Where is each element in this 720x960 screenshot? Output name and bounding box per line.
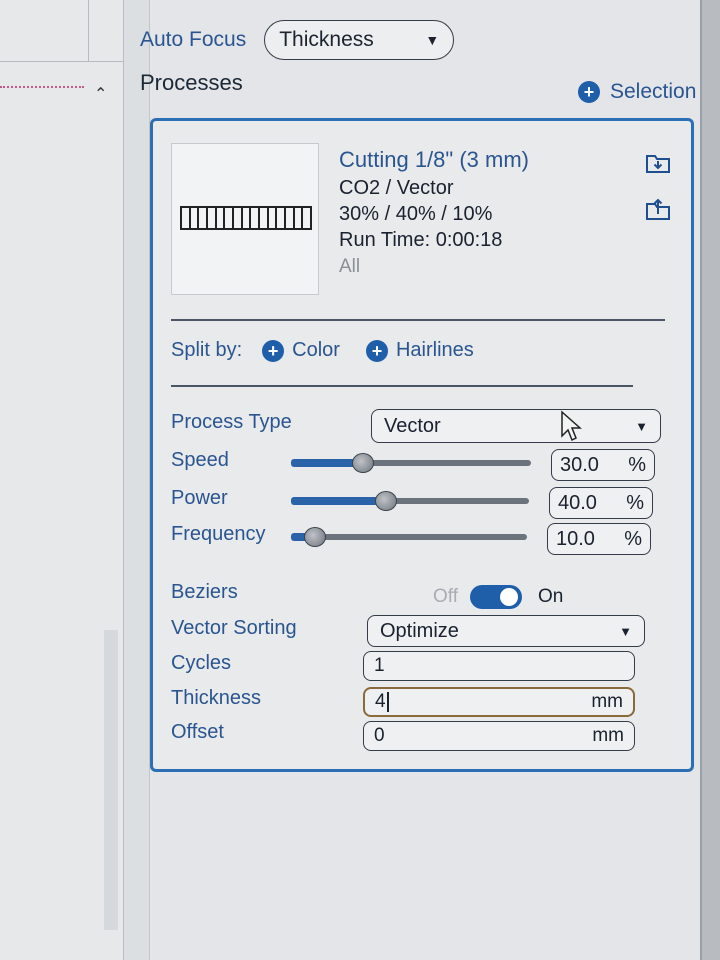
split-color-label: Color xyxy=(292,339,340,361)
beziers-toggle[interactable] xyxy=(470,585,522,609)
split-by-hairlines-button[interactable]: + Hairlines xyxy=(365,339,474,362)
thickness-value: 4 xyxy=(375,691,386,712)
thumbnail-shape xyxy=(180,206,312,230)
left-panel: ⌃ xyxy=(0,0,150,960)
beziers-label: Beziers xyxy=(171,581,238,603)
left-panel-header xyxy=(0,0,124,62)
folder-import-icon[interactable] xyxy=(645,151,671,175)
split-by-row: Split by: + Color + Hairlines xyxy=(171,339,500,362)
offset-unit: mm xyxy=(592,725,624,746)
split-by-color-button[interactable]: + Color xyxy=(262,339,340,362)
chevron-down-icon: ▼ xyxy=(425,32,440,48)
plus-circle-icon: + xyxy=(578,81,600,103)
dotted-guide-line xyxy=(0,86,84,88)
folder-export-icon[interactable] xyxy=(645,197,671,221)
toggle-knob xyxy=(500,588,518,606)
slider-knob[interactable] xyxy=(352,453,374,473)
thickness-unit: mm xyxy=(591,691,623,712)
thickness-label: Thickness xyxy=(171,687,262,709)
cycles-input[interactable]: 1 xyxy=(363,651,635,681)
cycles-value: 1 xyxy=(374,655,385,676)
beziers-on-label: On xyxy=(538,586,564,607)
process-type-label: Process Type xyxy=(171,411,292,433)
plus-circle-icon: + xyxy=(262,339,285,362)
collapse-caret-icon[interactable]: ⌃ xyxy=(94,84,107,104)
thickness-input[interactable]: 4 mm xyxy=(363,687,635,717)
auto-focus-select[interactable]: Thickness ▼ xyxy=(264,20,455,60)
process-scope: All xyxy=(339,256,361,277)
speed-value: 30.0 xyxy=(560,453,599,476)
process-run-time: Run Time: 0:00:18 xyxy=(339,229,503,251)
process-settings-summary: 30% / 40% / 10% xyxy=(339,203,493,225)
process-laser-mode: CO2 / Vector xyxy=(339,177,454,199)
frequency-value: 10.0 xyxy=(556,527,595,550)
process-type-select[interactable]: Vector ▼ xyxy=(371,409,661,443)
split-by-label: Split by: xyxy=(171,339,243,361)
slider-fill xyxy=(291,497,386,505)
frequency-input[interactable]: 10.0 % xyxy=(547,523,651,555)
text-caret xyxy=(386,692,389,712)
beziers-toggle-group: Off On xyxy=(433,585,563,609)
vector-sorting-value: Optimize xyxy=(380,619,459,642)
speed-slider[interactable] xyxy=(291,453,531,473)
speed-label: Speed xyxy=(171,449,229,471)
speed-unit: % xyxy=(628,453,646,476)
section-divider xyxy=(171,385,633,387)
processes-title: Processes xyxy=(140,70,243,95)
chevron-down-icon: ▼ xyxy=(619,623,632,639)
process-card: Cutting 1/8" (3 mm) CO2 / Vector 30% / 4… xyxy=(150,118,694,772)
selection-label: Selection xyxy=(610,80,697,103)
process-name[interactable]: Cutting 1/8" (3 mm) xyxy=(339,147,529,173)
add-selection-button[interactable]: + Selection xyxy=(578,80,696,104)
auto-focus-label: Auto Focus xyxy=(140,28,247,51)
offset-input[interactable]: 0 mm xyxy=(363,721,635,751)
panel-separator xyxy=(124,0,150,960)
auto-focus-row: Auto Focus Thickness ▼ xyxy=(140,20,455,60)
frequency-slider[interactable] xyxy=(291,527,527,547)
split-hairlines-label: Hairlines xyxy=(395,339,474,361)
process-type-value: Vector xyxy=(384,414,441,437)
beziers-off-label: Off xyxy=(433,586,458,607)
left-scrollbar[interactable] xyxy=(104,630,118,930)
process-info: Cutting 1/8" (3 mm) CO2 / Vector 30% / 4… xyxy=(339,147,529,278)
cycles-label: Cycles xyxy=(171,652,232,674)
section-divider xyxy=(171,319,665,321)
plus-circle-icon: + xyxy=(365,339,388,362)
power-unit: % xyxy=(626,491,644,514)
frequency-unit: % xyxy=(624,527,642,550)
offset-value: 0 xyxy=(374,725,385,746)
power-slider[interactable] xyxy=(291,491,529,511)
vector-sorting-select[interactable]: Optimize ▼ xyxy=(367,615,645,647)
vector-sorting-label: Vector Sorting xyxy=(171,617,297,639)
slider-knob[interactable] xyxy=(375,491,397,511)
power-value: 40.0 xyxy=(558,491,597,514)
slider-track xyxy=(291,534,527,540)
slider-knob[interactable] xyxy=(304,527,326,547)
power-input[interactable]: 40.0 % xyxy=(549,487,653,519)
frequency-label: Frequency xyxy=(171,523,266,545)
auto-focus-value: Thickness xyxy=(279,28,374,51)
power-label: Power xyxy=(171,487,228,509)
column-divider xyxy=(88,0,89,62)
chevron-down-icon: ▼ xyxy=(635,418,648,434)
speed-input[interactable]: 30.0 % xyxy=(551,449,655,481)
offset-label: Offset xyxy=(171,721,224,743)
process-thumbnail xyxy=(171,143,319,295)
mouse-pointer-icon xyxy=(561,410,582,442)
right-edge-scrollbar[interactable] xyxy=(700,0,720,960)
